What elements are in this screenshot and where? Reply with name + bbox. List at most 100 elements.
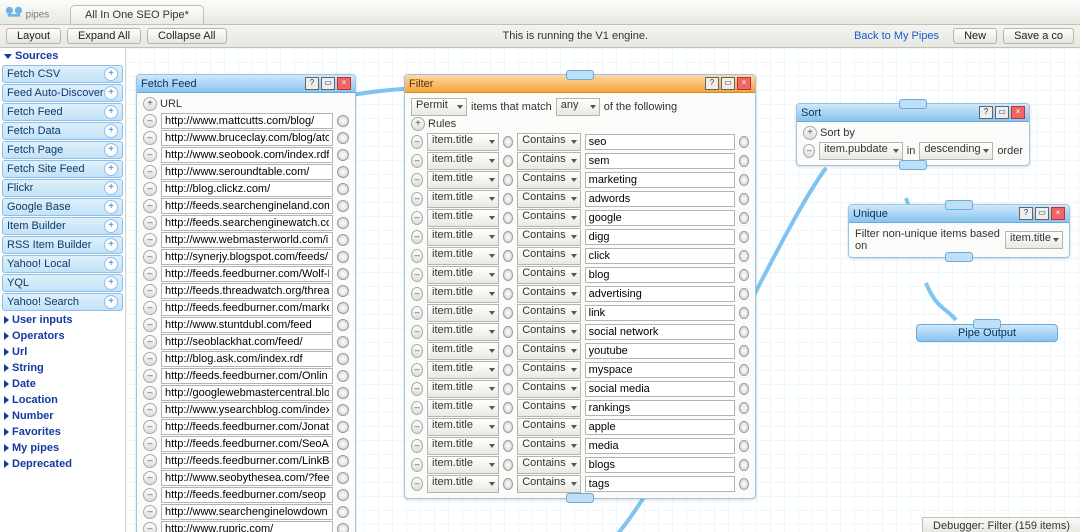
value-input[interactable]: [585, 400, 735, 416]
url-input[interactable]: [161, 266, 333, 282]
port[interactable]: [337, 234, 349, 246]
remove-button[interactable]: [411, 173, 423, 187]
port[interactable]: [739, 174, 749, 186]
category-item[interactable]: String: [0, 360, 125, 376]
url-input[interactable]: [161, 368, 333, 384]
url-input[interactable]: [161, 232, 333, 248]
port[interactable]: [739, 193, 749, 205]
remove-button[interactable]: [411, 192, 423, 206]
port[interactable]: [337, 489, 349, 501]
value-input[interactable]: [585, 343, 735, 359]
operator-select[interactable]: Contains: [517, 247, 580, 265]
debugger-bar[interactable]: Debugger: Filter (159 items): [922, 517, 1080, 532]
source-item[interactable]: Yahoo! Local+: [2, 255, 123, 273]
port[interactable]: [337, 370, 349, 382]
sort-dir-select[interactable]: descending: [919, 142, 993, 160]
add-icon[interactable]: +: [104, 257, 118, 271]
remove-button[interactable]: [143, 301, 157, 315]
port[interactable]: [337, 472, 349, 484]
port[interactable]: [337, 404, 349, 416]
value-input[interactable]: [585, 457, 735, 473]
port[interactable]: [739, 231, 749, 243]
output-port[interactable]: [899, 160, 927, 170]
url-input[interactable]: [161, 351, 333, 367]
port[interactable]: [337, 506, 349, 518]
port[interactable]: [337, 455, 349, 467]
operator-select[interactable]: Contains: [517, 418, 580, 436]
output-port[interactable]: [566, 493, 594, 503]
add-icon[interactable]: +: [104, 219, 118, 233]
field-select[interactable]: item.title: [427, 304, 499, 322]
expand-all-button[interactable]: Expand All: [67, 28, 141, 44]
url-input[interactable]: [161, 470, 333, 486]
field-select[interactable]: item.title: [427, 266, 499, 284]
remove-button[interactable]: [411, 268, 423, 282]
field-select[interactable]: item.title: [427, 399, 499, 417]
remove-button[interactable]: [143, 114, 157, 128]
port[interactable]: [739, 326, 749, 338]
remove-button[interactable]: [411, 230, 423, 244]
port[interactable]: [739, 155, 749, 167]
module-unique[interactable]: Unique ? ▭ × Filter non-unique items bas…: [848, 204, 1070, 258]
add-icon[interactable]: +: [104, 295, 118, 309]
input-port[interactable]: [945, 200, 973, 210]
source-item[interactable]: Yahoo! Search+: [2, 293, 123, 311]
port[interactable]: [337, 149, 349, 161]
port[interactable]: [739, 269, 749, 281]
category-item[interactable]: Location: [0, 392, 125, 408]
value-input[interactable]: [585, 248, 735, 264]
back-to-pipes-link[interactable]: Back to My Pipes: [854, 30, 939, 42]
remove-button[interactable]: [411, 401, 423, 415]
operator-select[interactable]: Contains: [517, 171, 580, 189]
input-port[interactable]: [973, 319, 1001, 329]
source-item[interactable]: Fetch Feed+: [2, 103, 123, 121]
remove-button[interactable]: [411, 306, 423, 320]
port[interactable]: [337, 319, 349, 331]
port[interactable]: [503, 402, 513, 414]
port[interactable]: [739, 136, 749, 148]
add-icon[interactable]: +: [104, 67, 118, 81]
minimize-icon[interactable]: ▭: [995, 106, 1009, 119]
canvas[interactable]: Fetch Feed ? ▭ × URL Filter ? ▭ × Permit: [126, 48, 1080, 532]
category-item[interactable]: Deprecated: [0, 456, 125, 472]
operator-select[interactable]: Contains: [517, 285, 580, 303]
minimize-icon[interactable]: ▭: [721, 77, 735, 90]
remove-button[interactable]: [411, 344, 423, 358]
value-input[interactable]: [585, 381, 735, 397]
field-select[interactable]: item.title: [427, 171, 499, 189]
add-icon[interactable]: +: [104, 238, 118, 252]
remove-button[interactable]: [143, 267, 157, 281]
add-sort-button[interactable]: [803, 126, 817, 140]
remove-button[interactable]: [143, 131, 157, 145]
value-input[interactable]: [585, 362, 735, 378]
port[interactable]: [739, 288, 749, 300]
remove-button[interactable]: [411, 458, 423, 472]
add-rule-button[interactable]: [411, 117, 425, 131]
port[interactable]: [503, 421, 513, 433]
value-input[interactable]: [585, 229, 735, 245]
operator-select[interactable]: Contains: [517, 190, 580, 208]
module-title[interactable]: Fetch Feed ? ▭ ×: [137, 75, 355, 93]
remove-button[interactable]: [143, 522, 157, 532]
port[interactable]: [739, 402, 749, 414]
value-input[interactable]: [585, 286, 735, 302]
remove-button[interactable]: [143, 233, 157, 247]
port[interactable]: [337, 200, 349, 212]
port[interactable]: [337, 353, 349, 365]
port[interactable]: [337, 115, 349, 127]
port[interactable]: [503, 269, 513, 281]
remove-button[interactable]: [143, 369, 157, 383]
remove-button[interactable]: [143, 148, 157, 162]
output-port[interactable]: [945, 252, 973, 262]
value-input[interactable]: [585, 419, 735, 435]
value-input[interactable]: [585, 191, 735, 207]
field-select[interactable]: item.title: [427, 361, 499, 379]
operator-select[interactable]: Contains: [517, 437, 580, 455]
remove-button[interactable]: [143, 437, 157, 451]
value-input[interactable]: [585, 438, 735, 454]
close-icon[interactable]: ×: [1051, 207, 1065, 220]
port[interactable]: [739, 364, 749, 376]
category-item[interactable]: Url: [0, 344, 125, 360]
module-sort[interactable]: Sort ? ▭ × Sort by item.pubdate in desce…: [796, 103, 1030, 166]
port[interactable]: [503, 478, 513, 490]
